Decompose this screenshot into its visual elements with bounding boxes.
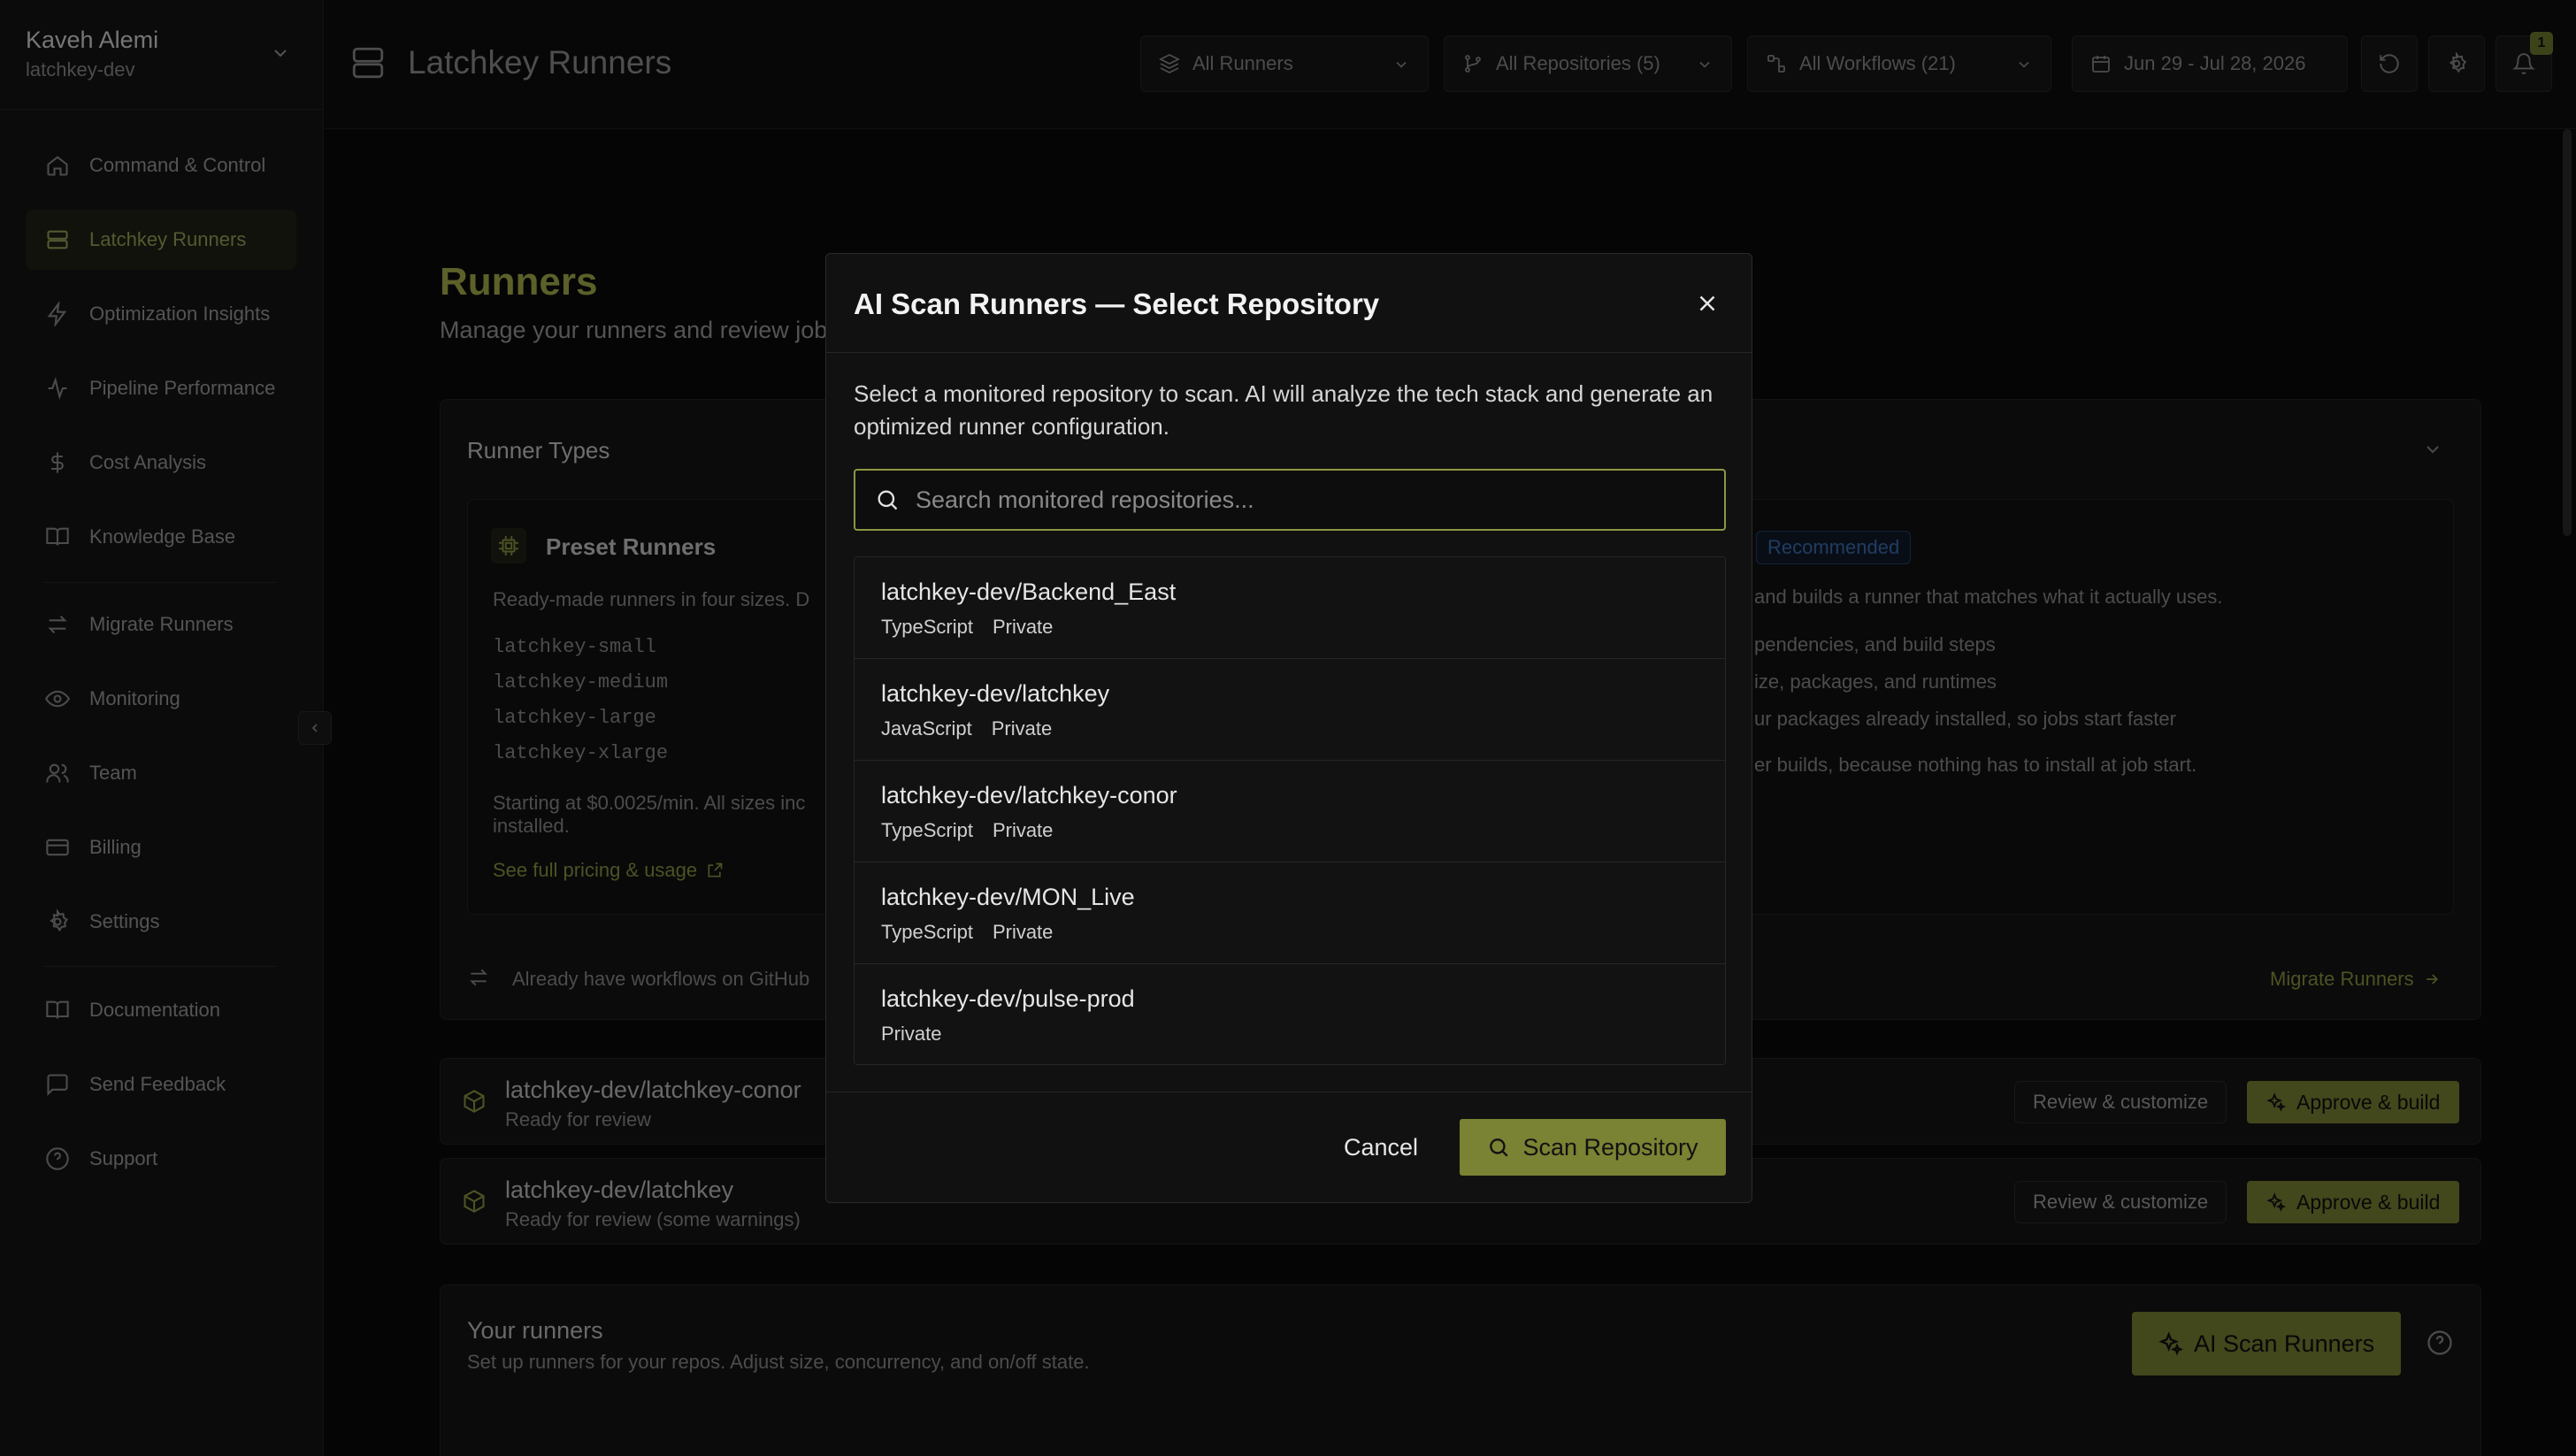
repository-name: latchkey-dev/MON_Live bbox=[881, 884, 1135, 910]
repository-visibility: Private bbox=[992, 921, 1054, 943]
scan-repository-label: Scan Repository bbox=[1522, 1133, 1698, 1161]
repository-meta: Private bbox=[881, 1023, 941, 1046]
search-input[interactable] bbox=[916, 486, 1712, 514]
cancel-button[interactable]: Cancel bbox=[1326, 1119, 1436, 1176]
repository-name: latchkey-dev/latchkey-conor bbox=[881, 782, 1177, 808]
search-icon bbox=[875, 487, 900, 512]
repository-option[interactable]: latchkey-dev/latchkey JavaScript Private bbox=[855, 659, 1725, 761]
repository-meta: TypeScript Private bbox=[881, 921, 1053, 944]
repository-search-field[interactable] bbox=[854, 469, 1726, 531]
repository-option[interactable]: latchkey-dev/pulse-prod Private bbox=[855, 964, 1725, 1064]
repository-visibility: Private bbox=[991, 717, 1053, 739]
repository-visibility: Private bbox=[992, 819, 1054, 841]
select-repository-dialog: AI Scan Runners — Select Repository Sele… bbox=[825, 253, 1752, 1203]
repository-visibility: Private bbox=[992, 616, 1054, 638]
repository-name: latchkey-dev/Backend_East bbox=[881, 579, 1177, 605]
repository-language: TypeScript bbox=[881, 616, 973, 638]
repository-option[interactable]: latchkey-dev/Backend_East TypeScript Pri… bbox=[855, 557, 1725, 659]
search-icon bbox=[1487, 1136, 1510, 1159]
repository-option[interactable]: latchkey-dev/MON_Live TypeScript Private bbox=[855, 862, 1725, 964]
repository-visibility: Private bbox=[881, 1023, 942, 1045]
dialog-header: AI Scan Runners — Select Repository bbox=[826, 254, 1752, 353]
close-icon bbox=[1694, 290, 1721, 317]
repository-meta: JavaScript Private bbox=[881, 717, 1052, 740]
dialog-title: AI Scan Runners — Select Repository bbox=[854, 287, 1380, 320]
repository-name: latchkey-dev/latchkey bbox=[881, 680, 1110, 707]
repository-option[interactable]: latchkey-dev/latchkey-conor TypeScript P… bbox=[855, 761, 1725, 862]
repository-meta: TypeScript Private bbox=[881, 819, 1053, 842]
repository-language: TypeScript bbox=[881, 921, 973, 943]
repository-meta: TypeScript Private bbox=[881, 616, 1053, 639]
dialog-footer: Cancel Scan Repository bbox=[826, 1092, 1752, 1202]
repository-name: latchkey-dev/pulse-prod bbox=[881, 985, 1135, 1012]
repository-language: JavaScript bbox=[881, 717, 972, 739]
dialog-description: Select a monitored repository to scan. A… bbox=[854, 380, 1714, 440]
repository-list: latchkey-dev/Backend_East TypeScript Pri… bbox=[854, 556, 1726, 1065]
scan-repository-button[interactable]: Scan Repository bbox=[1460, 1119, 1726, 1176]
close-button[interactable] bbox=[1690, 286, 1725, 321]
repository-language: TypeScript bbox=[881, 819, 973, 841]
